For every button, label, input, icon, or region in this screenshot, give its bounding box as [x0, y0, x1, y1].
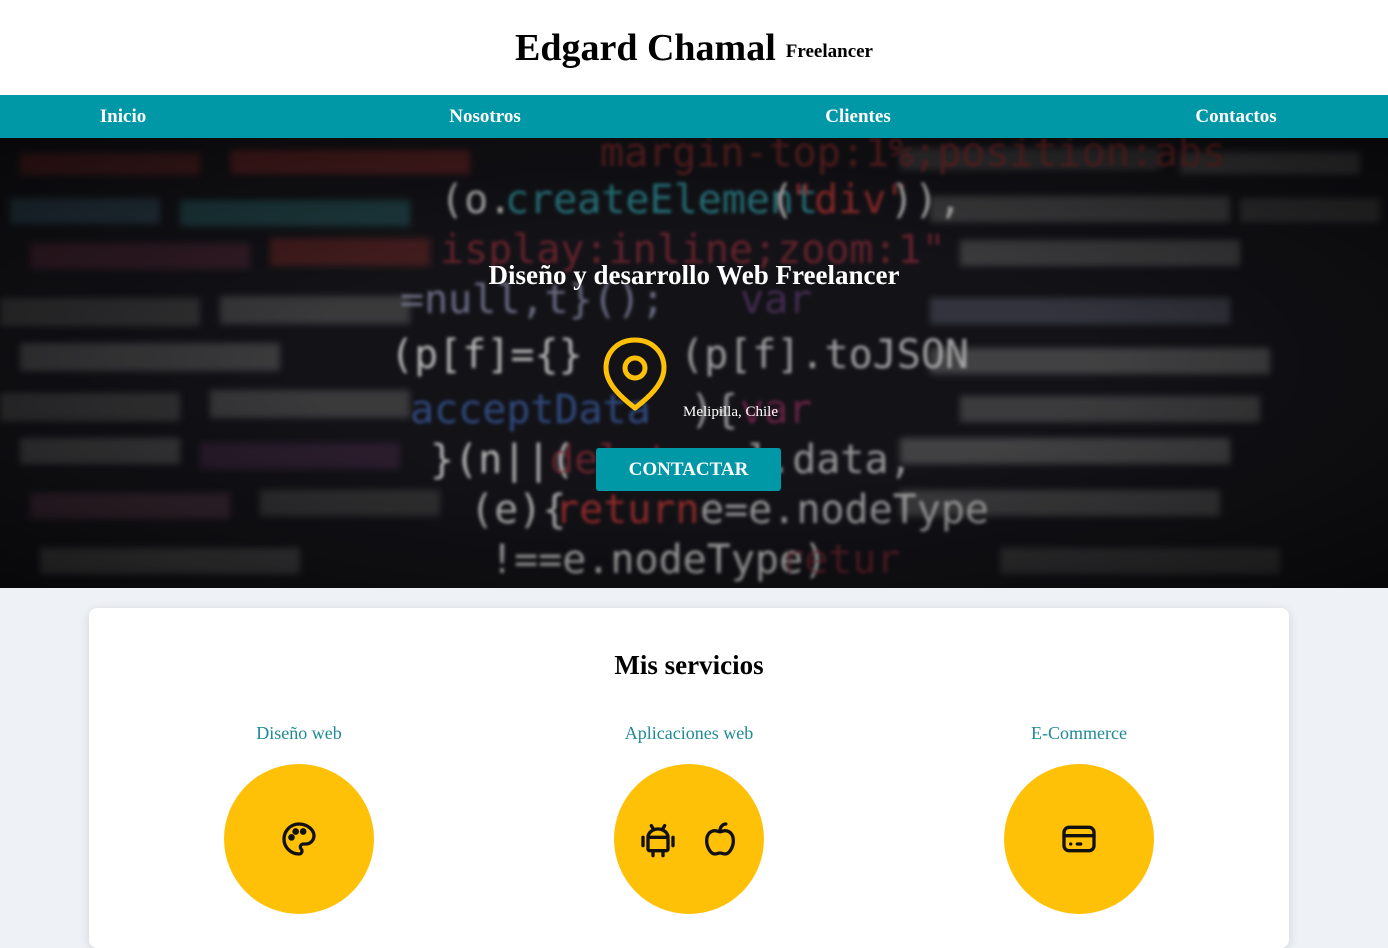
- contact-button[interactable]: CONTACTAR: [596, 448, 781, 491]
- apple-icon: [705, 822, 735, 856]
- hero-title: Diseño y desarrollo Web Freelancer: [488, 260, 900, 290]
- android-icon: [641, 824, 675, 858]
- service-icon-circle: [224, 764, 374, 914]
- site-header: Edgard Chamal Freelancer: [0, 0, 1388, 95]
- palette-icon: [282, 822, 316, 856]
- hero-content: Diseño y desarrollo Web Freelancer Melip…: [0, 138, 1388, 588]
- credit-card-icon: [1062, 825, 1096, 853]
- service-aplicaciones-web: Aplicaciones web: [539, 723, 839, 914]
- service-name[interactable]: Aplicaciones web: [539, 723, 839, 744]
- map-pin-icon: [603, 337, 667, 411]
- service-diseno-web: Diseño web: [149, 723, 449, 914]
- services-card: Mis servicios Diseño web Aplicaciones we…: [89, 608, 1289, 948]
- site-title: Edgard Chamal: [515, 26, 776, 69]
- service-icon-circle: [1004, 764, 1154, 914]
- nav-item-clientes[interactable]: Clientes: [825, 106, 890, 128]
- service-e-commerce: E-Commerce: [929, 723, 1229, 914]
- main-nav: Inicio Nosotros Clientes Contactos: [0, 95, 1388, 138]
- services-title: Mis servicios: [614, 650, 764, 680]
- nav-item-contactos[interactable]: Contactos: [1195, 106, 1276, 128]
- hero-location: Melipilla, Chile: [683, 404, 778, 420]
- nav-item-nosotros[interactable]: Nosotros: [449, 106, 520, 128]
- service-name[interactable]: Diseño web: [149, 723, 449, 744]
- hero-banner: margin-top:1%;position:abs (o. createEle…: [0, 138, 1388, 588]
- service-icon-circle: [614, 764, 764, 914]
- site-subtitle: Freelancer: [785, 40, 873, 62]
- service-name[interactable]: E-Commerce: [929, 723, 1229, 744]
- nav-item-inicio[interactable]: Inicio: [100, 106, 146, 128]
